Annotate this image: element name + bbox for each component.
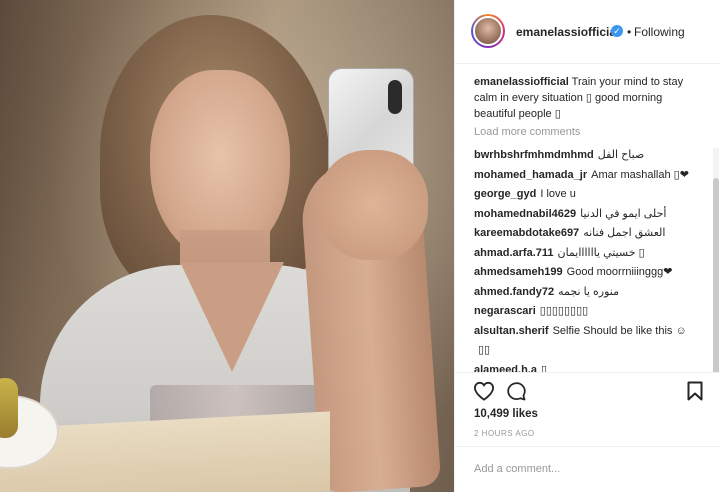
comment-text: خسيتي ياااااايمان ▯ bbox=[557, 246, 645, 259]
action-bar: 10,499 likes 2 HOURS AGO bbox=[455, 372, 720, 454]
comment-item: mohamednabil4629 أحلى ايمو في الدنيا bbox=[474, 205, 700, 225]
comment-text: Good moorrniiinggg❤ bbox=[566, 266, 673, 278]
comment-item: ahmed.fandy72 منوره يا نجمه bbox=[474, 283, 700, 303]
comment-text: ▯ bbox=[540, 363, 548, 373]
comment-bubble-icon[interactable] bbox=[506, 381, 527, 402]
comment-text: Selfie Should be like this ☺ bbox=[552, 324, 687, 337]
comment-username[interactable]: bwrhbshrfmhmdmhmd bbox=[474, 149, 594, 161]
post-photo[interactable] bbox=[0, 0, 454, 492]
heart-icon[interactable] bbox=[473, 381, 495, 401]
post-caption: emanelassiofficial Train your mind to st… bbox=[474, 74, 692, 122]
comment-text: Amar mashallah ▯❤ bbox=[591, 168, 689, 181]
photo-fruit bbox=[0, 378, 18, 438]
comments-section: emanelassiofficial Train your mind to st… bbox=[455, 64, 720, 372]
comment-username[interactable]: negarascari bbox=[474, 305, 536, 317]
comment-username[interactable]: alameed.h.a bbox=[474, 364, 537, 373]
comment-item: ▯▯ bbox=[474, 341, 700, 361]
comment-text: أحلى ايمو في الدنيا bbox=[580, 207, 667, 220]
comment-item: bwrhbshrfmhmdmhmd صباح الفل bbox=[474, 146, 700, 166]
separator-dot: • bbox=[627, 25, 632, 39]
comment-username[interactable]: alsultan.sherif bbox=[474, 325, 549, 337]
comment-text: ▯▯▯▯▯▯▯▯ bbox=[539, 305, 589, 317]
comment-text: صباح الفل bbox=[597, 149, 645, 161]
comment-item: alsultan.sherif Selfie Should be like thi… bbox=[474, 322, 700, 342]
avatar-image bbox=[473, 16, 503, 46]
scrollbar-thumb[interactable] bbox=[713, 178, 719, 372]
avatar[interactable] bbox=[471, 14, 505, 48]
comment-text: ▯▯ bbox=[478, 344, 491, 356]
post-timestamp[interactable]: 2 HOURS AGO bbox=[474, 429, 535, 438]
comment-username[interactable]: ahmed.fandy72 bbox=[474, 286, 554, 298]
comments-scrollbar[interactable] bbox=[713, 148, 719, 372]
post-header: emanelassiofficial ✓ • Following bbox=[455, 0, 720, 64]
comment-text: منوره يا نجمه bbox=[558, 285, 620, 298]
verified-badge-icon: ✓ bbox=[611, 25, 623, 37]
add-comment-input[interactable] bbox=[472, 459, 706, 479]
comment-item: george_gyd I love u bbox=[474, 185, 700, 205]
comment-username[interactable]: george_gyd bbox=[474, 188, 536, 200]
comment-text: العشق اجمل فنانه bbox=[583, 227, 666, 239]
bookmark-icon[interactable] bbox=[687, 381, 703, 401]
photo-phone-camera bbox=[388, 80, 402, 114]
comment-username[interactable]: mohamednabil4629 bbox=[474, 208, 576, 220]
following-button[interactable]: Following bbox=[634, 25, 685, 39]
comment-item: negarascari ▯▯▯▯▯▯▯▯ bbox=[474, 302, 700, 322]
post-panel: emanelassiofficial ✓ • Following emanela… bbox=[454, 0, 720, 492]
comment-list: bwrhbshrfmhmdmhmd صباح الفل mohamed_hamad… bbox=[474, 146, 700, 372]
username-link[interactable]: emanelassiofficial bbox=[516, 25, 619, 39]
likes-count[interactable]: 10,499 likes bbox=[474, 408, 538, 420]
photo-hand bbox=[318, 150, 428, 260]
comment-text: I love u bbox=[540, 188, 576, 200]
caption-username[interactable]: emanelassiofficial bbox=[474, 76, 569, 88]
comment-item: ahmad.arfa.711 خسيتي ياااااايمان ▯ bbox=[474, 244, 700, 264]
comment-item: kareemabdotake697 العشق اجمل فنانه bbox=[474, 224, 700, 244]
comment-username[interactable]: mohamed_hamada_jr bbox=[474, 169, 587, 181]
comment-username[interactable]: ahmedsameh199 bbox=[474, 266, 563, 278]
comment-item: alameed.h.a ▯ bbox=[474, 361, 700, 373]
load-more-comments-button[interactable]: Load more comments bbox=[474, 126, 580, 138]
comment-box bbox=[455, 446, 720, 492]
comment-item: ahmedsameh199 Good moorrniiinggg❤ bbox=[474, 263, 700, 283]
comment-item: mohamed_hamada_jr Amar mashallah ▯❤ bbox=[474, 166, 700, 186]
comment-username[interactable]: kareemabdotake697 bbox=[474, 227, 579, 239]
comment-username[interactable]: ahmad.arfa.711 bbox=[474, 247, 554, 259]
photo-vneck bbox=[180, 262, 284, 372]
